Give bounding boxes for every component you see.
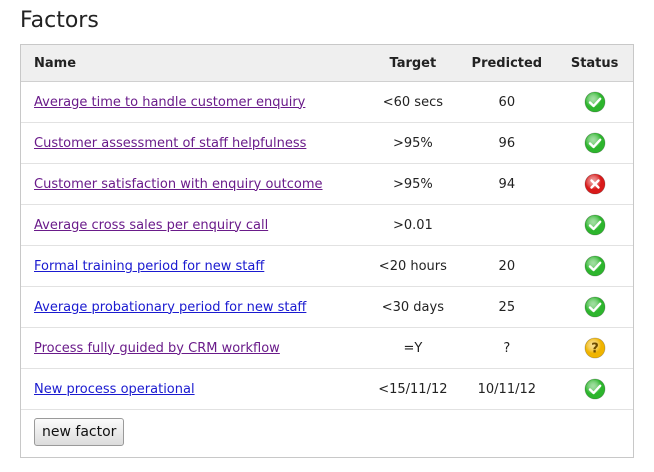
target-cell: =Y	[368, 327, 458, 369]
status-cell	[556, 245, 633, 287]
status-cell: ?	[556, 327, 633, 369]
factor-link[interactable]: Average time to handle customer enquiry	[34, 95, 305, 110]
page-title: Factors	[20, 8, 99, 33]
table-row: Customer assessment of staff helpfulness…	[21, 122, 633, 164]
predicted-cell: ?	[457, 327, 557, 369]
new-factor-button[interactable]: new factor	[34, 418, 125, 446]
table-row: Average probationary period for new staf…	[21, 286, 633, 328]
factor-name-cell: Customer assessment of staff helpfulness	[21, 122, 369, 164]
factor-link[interactable]: Customer assessment of staff helpfulness	[34, 136, 306, 151]
factor-link[interactable]: New process operational	[34, 382, 195, 397]
status-cell	[556, 122, 633, 164]
factor-name-cell: New process operational	[21, 368, 369, 410]
header-status: Status	[556, 45, 633, 82]
predicted-cell: 10/11/12	[457, 368, 557, 410]
table-row: New process operational <15/11/12 10/11/…	[21, 368, 633, 410]
table-row: Average time to handle customer enquiry …	[21, 81, 633, 123]
target-cell: >0.01	[368, 204, 458, 246]
predicted-cell: 25	[457, 286, 557, 328]
x-circle-icon	[584, 173, 606, 195]
target-cell: >95%	[368, 163, 458, 205]
factors-page: Factors Name Target Predicted Status Ave…	[0, 0, 654, 472]
factor-link[interactable]: Customer satisfaction with enquiry outco…	[34, 177, 323, 192]
factor-name-cell: Formal training period for new staff	[21, 245, 369, 287]
svg-text:?: ?	[591, 342, 599, 357]
target-cell: <60 secs	[368, 81, 458, 123]
check-circle-icon	[584, 214, 606, 236]
table-row: Customer satisfaction with enquiry outco…	[21, 163, 633, 205]
factors-panel: Name Target Predicted Status Average tim…	[20, 44, 634, 458]
factor-link[interactable]: Process fully guided by CRM workflow	[34, 341, 280, 356]
table-body: Average time to handle customer enquiry …	[21, 81, 633, 410]
status-cell	[556, 81, 633, 123]
predicted-cell: 96	[457, 122, 557, 164]
factor-name-cell: Average probationary period for new staf…	[21, 286, 369, 328]
factor-link[interactable]: Average probationary period for new staf…	[34, 300, 306, 315]
status-cell	[556, 286, 633, 328]
check-circle-icon	[584, 91, 606, 113]
factor-name-cell: Customer satisfaction with enquiry outco…	[21, 163, 369, 205]
check-circle-icon	[584, 255, 606, 277]
predicted-cell: 94	[457, 163, 557, 205]
check-circle-icon	[584, 132, 606, 154]
predicted-cell	[457, 204, 557, 246]
factor-name-cell: Average time to handle customer enquiry	[21, 81, 369, 123]
header-target: Target	[368, 45, 458, 82]
table-row: Formal training period for new staff <20…	[21, 245, 633, 287]
factor-name-cell: Process fully guided by CRM workflow	[21, 327, 369, 369]
factor-name-cell: Average cross sales per enquiry call	[21, 204, 369, 246]
target-cell: >95%	[368, 122, 458, 164]
factor-link[interactable]: Average cross sales per enquiry call	[34, 218, 268, 233]
factor-link[interactable]: Formal training period for new staff	[34, 259, 264, 274]
status-cell	[556, 368, 633, 410]
target-cell: <30 days	[368, 286, 458, 328]
status-cell	[556, 204, 633, 246]
predicted-cell: 60	[457, 81, 557, 123]
header-predicted: Predicted	[457, 45, 557, 82]
question-circle-icon: ?	[584, 337, 606, 359]
factors-table: Name Target Predicted Status Average tim…	[21, 45, 633, 410]
table-row: Process fully guided by CRM workflow =Y …	[21, 327, 633, 369]
table-row: Average cross sales per enquiry call >0.…	[21, 204, 633, 246]
header-name: Name	[21, 45, 369, 82]
check-circle-icon	[584, 296, 606, 318]
check-circle-icon	[584, 378, 606, 400]
status-cell	[556, 163, 633, 205]
predicted-cell: 20	[457, 245, 557, 287]
target-cell: <15/11/12	[368, 368, 458, 410]
table-header-row: Name Target Predicted Status	[21, 45, 633, 82]
target-cell: <20 hours	[368, 245, 458, 287]
panel-footer: new factor	[34, 418, 125, 446]
